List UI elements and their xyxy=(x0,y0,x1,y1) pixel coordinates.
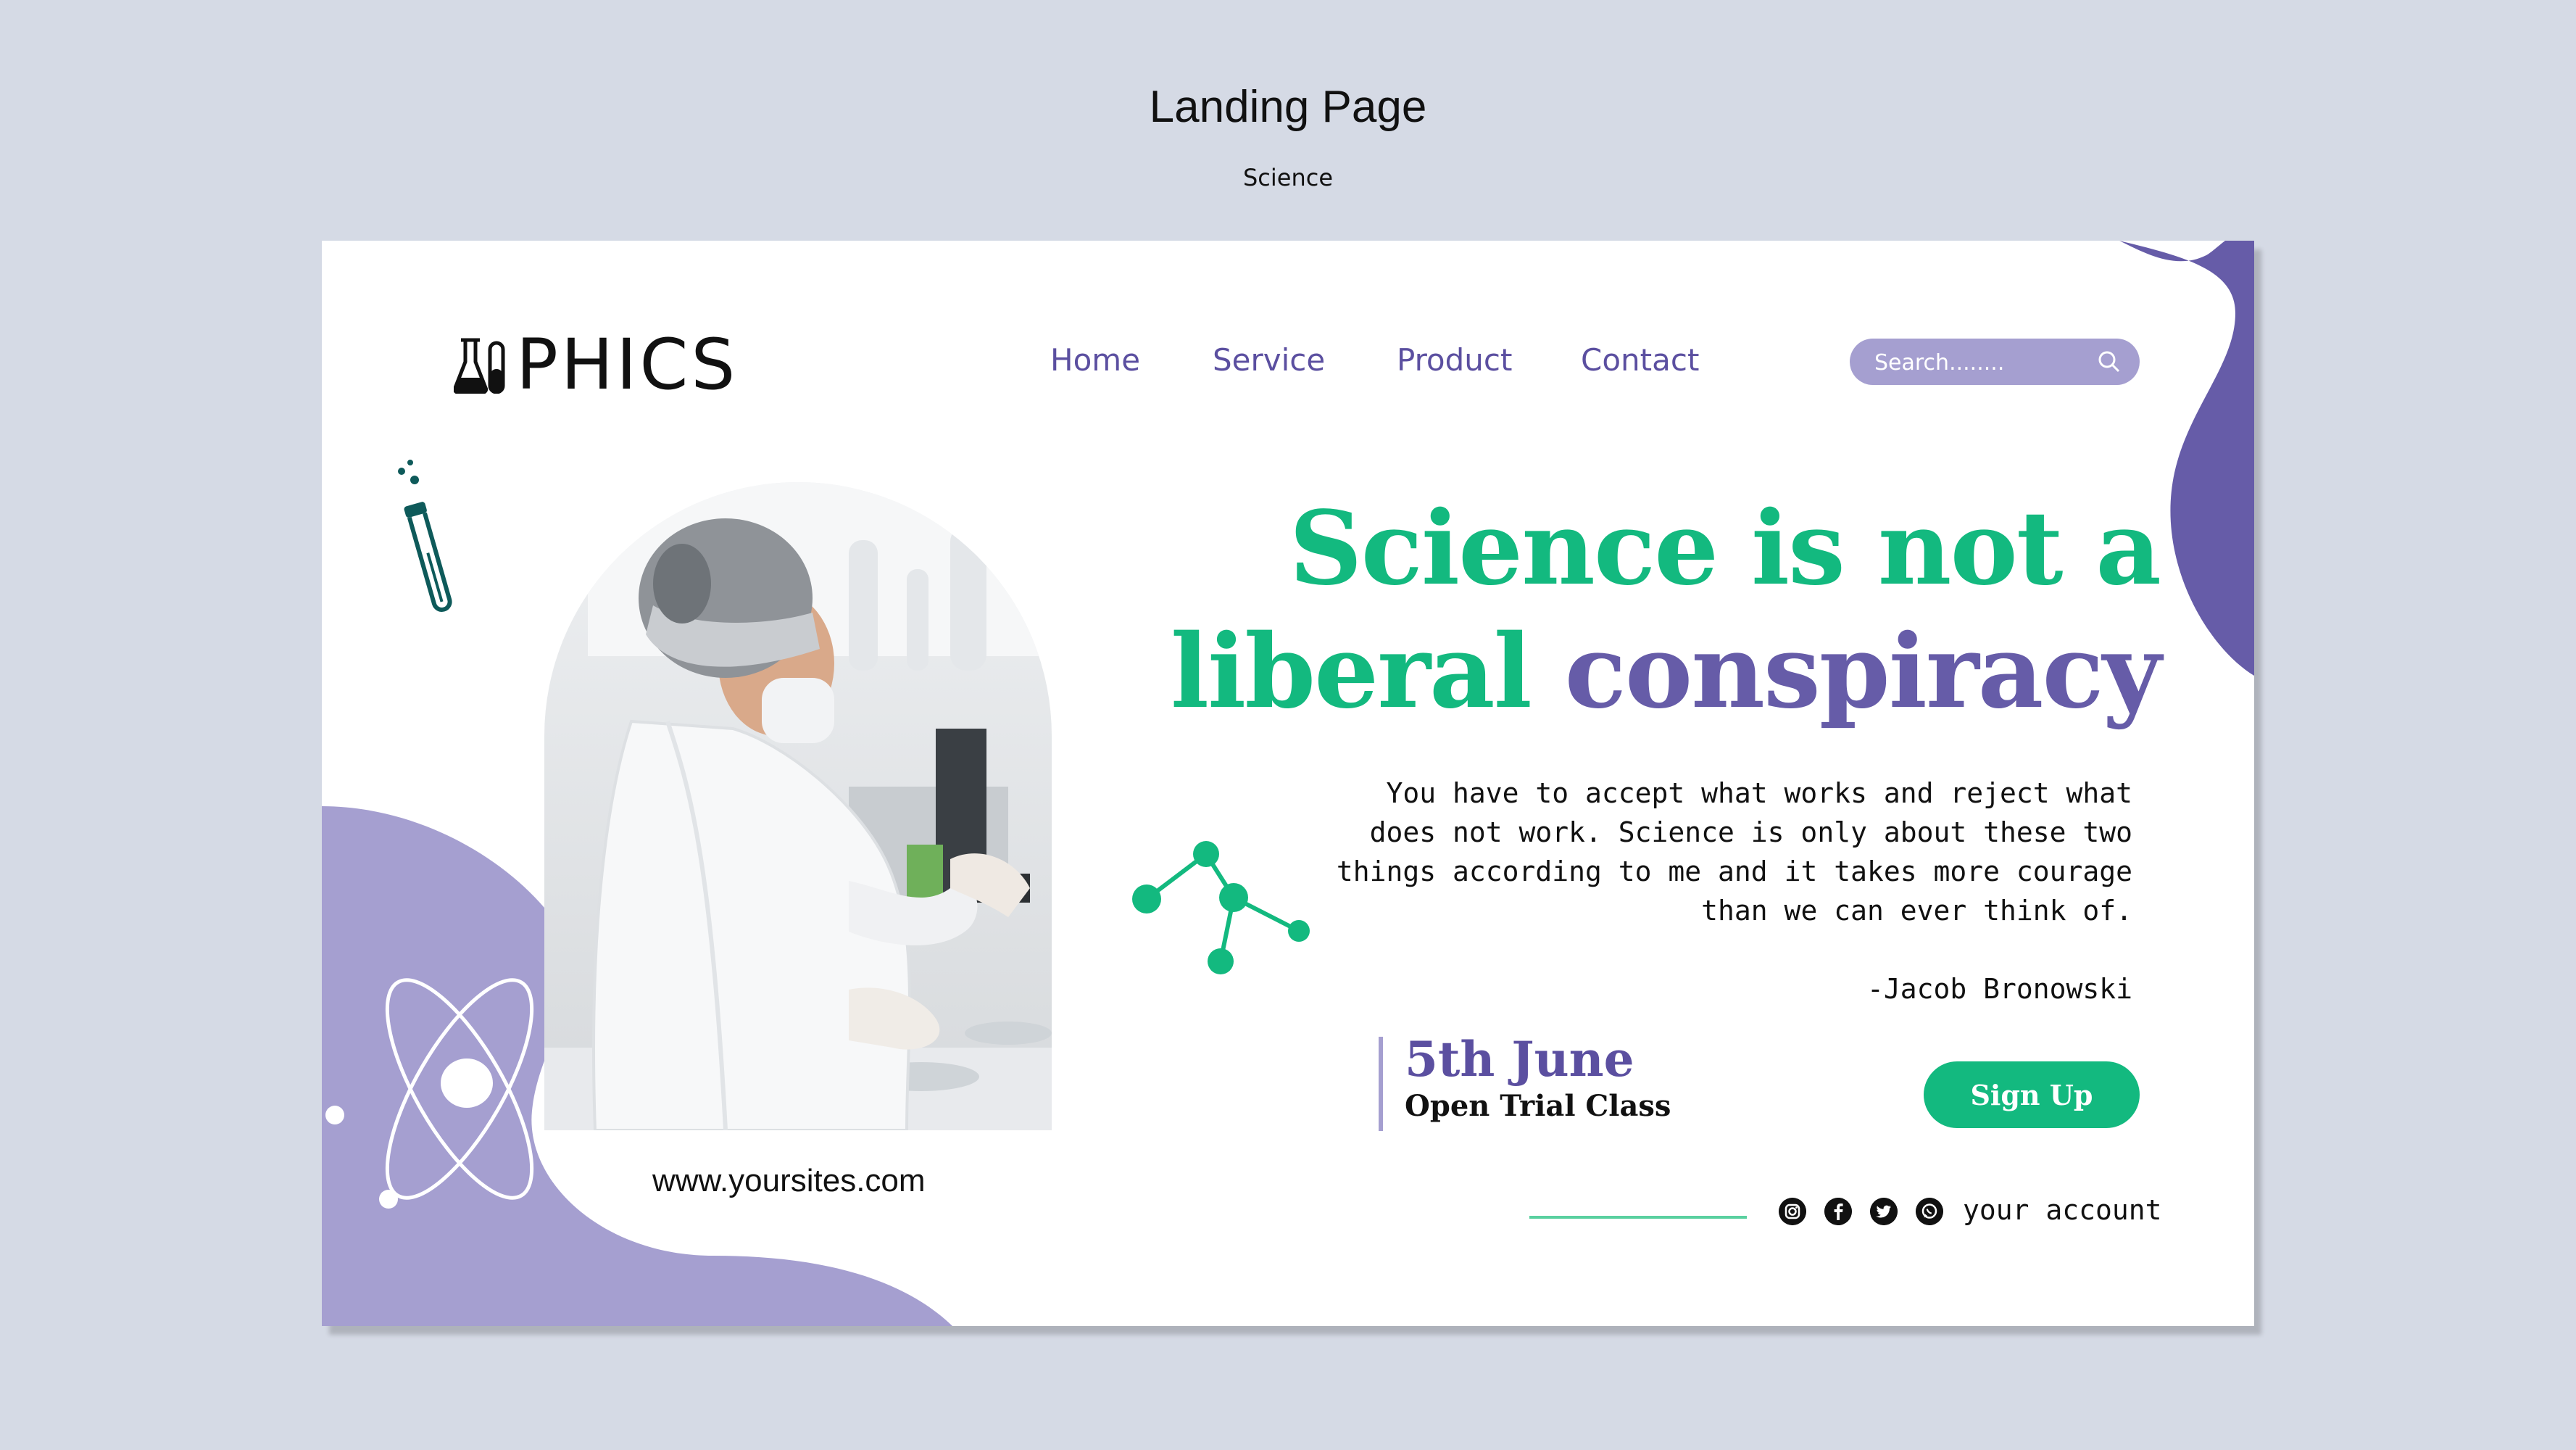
event-date: 5th June xyxy=(1405,1031,1634,1088)
instagram-icon[interactable] xyxy=(1779,1198,1806,1225)
molecule-icon xyxy=(1132,841,1310,974)
hero-quote: You have to accept what works and reject… xyxy=(1336,777,2132,927)
headline-word-liberal: liberal xyxy=(1170,613,1532,732)
nav-item-service[interactable]: Service xyxy=(1213,342,1325,378)
nav-item-contact[interactable]: Contact xyxy=(1581,342,1699,378)
test-tube-icon xyxy=(398,460,452,612)
landing-card: PHICS Home Service Product Contact Searc… xyxy=(322,241,2254,1326)
nav-item-home[interactable]: Home xyxy=(1050,342,1140,378)
website-url[interactable]: www.yoursites.com xyxy=(652,1163,926,1199)
sign-up-button[interactable]: Sign Up xyxy=(1924,1061,2140,1128)
event-name: Open Trial Class xyxy=(1405,1089,1671,1123)
whatsapp-icon[interactable] xyxy=(1916,1198,1943,1225)
nav-item-product[interactable]: Product xyxy=(1397,342,1512,378)
search-input[interactable] xyxy=(1873,344,2093,381)
headline-word-conspiracy: conspiracy xyxy=(1564,613,2161,732)
page-title: Landing Page xyxy=(1149,82,1427,132)
hero-headline: Science is not a liberal conspiracy xyxy=(1073,487,2161,734)
atom-icon xyxy=(325,978,534,1209)
headline-line-2: liberal conspiracy xyxy=(1073,610,2161,734)
twitter-icon[interactable] xyxy=(1870,1198,1898,1225)
brand-name: PHICS xyxy=(516,324,739,405)
brand-logo[interactable]: PHICS xyxy=(454,324,739,405)
page-subtitle: Science xyxy=(1242,164,1334,191)
facebook-icon[interactable] xyxy=(1824,1198,1852,1225)
quote-author: -Jacob Bronowski xyxy=(1866,973,2132,1005)
search-icon[interactable] xyxy=(2098,350,2121,373)
scientist-photo xyxy=(544,482,1052,1130)
event-divider xyxy=(1379,1037,1383,1131)
lab-flask-icon xyxy=(454,338,505,394)
search-box xyxy=(1850,339,2140,385)
social-divider xyxy=(1529,1216,1747,1219)
headline-line-1: Science is not a xyxy=(1289,489,2161,608)
account-link[interactable]: your account xyxy=(1963,1194,2162,1226)
